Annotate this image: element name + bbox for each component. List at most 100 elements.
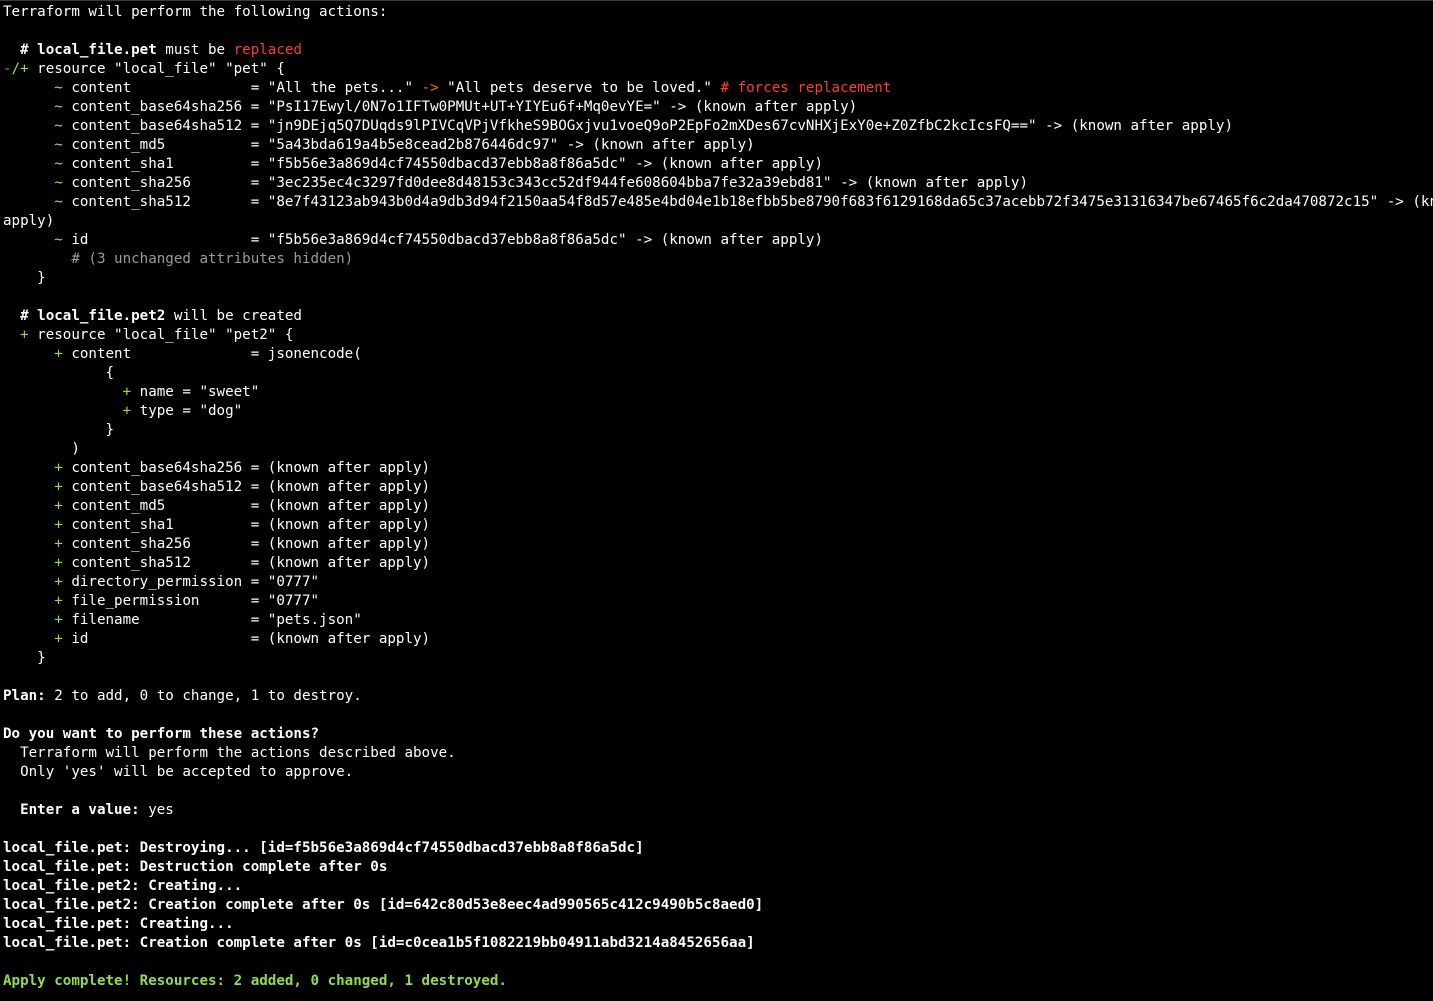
line-segment [3, 137, 54, 153]
line-segment: + [54, 631, 63, 647]
terminal-line: local_file.pet: Creation complete after … [3, 934, 1433, 953]
line-segment [3, 118, 54, 134]
line-segment: 2 to add, 0 to change, 1 to destroy. [45, 688, 362, 704]
terminal-line: Apply complete! Resources: 2 added, 0 ch… [3, 972, 1433, 991]
line-segment [3, 612, 54, 628]
line-segment: content_base64sha512 = (known after appl… [62, 479, 431, 495]
line-segment: Terraform will perform the following act… [3, 4, 388, 20]
line-segment: content_sha1 = (known after apply) [62, 517, 431, 533]
terminal-line: local_file.pet: Destroying... [id=f5b56e… [3, 839, 1433, 858]
line-segment: Do you want to perform these actions? [3, 726, 320, 742]
terminal-line: ~ content = "All the pets..." -> "All pe… [3, 79, 1433, 98]
terminal-line: Terraform will perform the actions descr… [3, 744, 1433, 763]
line-segment: Terraform will perform the actions descr… [3, 745, 456, 761]
line-segment: ~ [54, 118, 63, 134]
line-segment [3, 498, 54, 514]
terminal-line: ~ content_md5 = "5a43bda619a4b5e8cead2b8… [3, 136, 1433, 155]
line-segment: ~ [54, 99, 63, 115]
terminal-line: ) [3, 440, 1433, 459]
terminal-line: local_file.pet2: Creation complete after… [3, 896, 1433, 915]
line-segment [3, 251, 71, 267]
line-segment: local_file.pet: Destruction complete aft… [3, 859, 388, 875]
terminal-line: } [3, 269, 1433, 288]
terminal-line: + type = "dog" [3, 402, 1433, 421]
line-segment: yes [139, 802, 174, 818]
terminal-line: + content_sha1 = (known after apply) [3, 516, 1433, 535]
line-segment [3, 99, 54, 115]
line-segment: resource "local_file" "pet" { [28, 61, 285, 77]
line-segment: Enter a value: [20, 802, 140, 818]
terminal-line: ~ content_base64sha512 = "jn9DEjq5Q7DUqd… [3, 117, 1433, 136]
line-segment: + [54, 479, 63, 495]
terminal-line: + directory_permission = "0777" [3, 573, 1433, 592]
terminal-line: + resource "local_file" "pet2" { [3, 326, 1433, 345]
terminal-line: Do you want to perform these actions? [3, 725, 1433, 744]
line-segment: content_sha512 = "8e7f43123ab943b0d4a9db… [62, 194, 1433, 210]
line-segment: directory_permission = "0777" [62, 574, 320, 590]
terminal-line: + content_base64sha256 = (known after ap… [3, 459, 1433, 478]
line-segment: } [3, 270, 46, 286]
terminal-line: ~ content_sha256 = "3ec235ec4c3297fd0dee… [3, 174, 1433, 193]
line-segment: # local_file.pet2 [20, 308, 166, 324]
line-segment [3, 631, 54, 647]
terminal-line: + name = "sweet" [3, 383, 1433, 402]
line-segment: ~ [54, 80, 63, 96]
line-segment: content_base64sha256 = (known after appl… [62, 460, 431, 476]
line-segment [3, 555, 54, 571]
line-segment: Apply complete! Resources: 2 added, 0 ch… [3, 973, 507, 989]
line-segment: ~ [54, 194, 63, 210]
line-segment: "All pets deserve to be loved." [438, 80, 721, 96]
terminal-line: Enter a value: yes [3, 801, 1433, 820]
line-segment: ~ [54, 175, 63, 191]
line-segment: ~ [54, 156, 63, 172]
line-segment: + [122, 403, 132, 419]
line-segment: ) [3, 441, 80, 457]
line-segment: local_file.pet: Creating... [3, 916, 234, 932]
line-segment: type = "dog" [131, 403, 243, 419]
terminal-line: # (3 unchanged attributes hidden) [3, 250, 1433, 269]
line-segment: + [54, 574, 63, 590]
line-segment: { [3, 365, 115, 381]
line-segment [3, 384, 123, 400]
terminal-line: local_file.pet: Destruction complete aft… [3, 858, 1433, 877]
line-segment [3, 479, 54, 495]
line-segment: content_md5 = "5a43bda619a4b5e8cead2b876… [62, 137, 755, 153]
line-segment: # local_file.pet [20, 42, 157, 58]
line-segment: Only 'yes' will be accepted to approve. [3, 764, 354, 780]
line-segment [3, 175, 54, 191]
terminal-line: local_file.pet2: Creating... [3, 877, 1433, 896]
line-segment: resource "local_file" "pet2" { [28, 327, 294, 343]
terminal-line: + filename = "pets.json" [3, 611, 1433, 630]
line-segment [3, 460, 54, 476]
line-segment: content = jsonencode( [62, 346, 362, 362]
terminal-line: Terraform will perform the following act… [3, 3, 1433, 22]
line-segment: + [54, 346, 63, 362]
line-segment: /+ [11, 61, 29, 77]
line-segment: + [54, 517, 63, 533]
terminal-line: } [3, 421, 1433, 440]
terminal-line: + content_sha512 = (known after apply) [3, 554, 1433, 573]
line-segment: + [122, 384, 132, 400]
line-segment: replaced [233, 42, 302, 58]
line-segment: content_sha512 = (known after apply) [62, 555, 431, 571]
terminal-line: ~ content_sha1 = "f5b56e3a869d4cf74550db… [3, 155, 1433, 174]
terminal-output[interactable]: Terraform will perform the following act… [0, 0, 1433, 1001]
line-segment [3, 80, 54, 96]
line-segment: id = "f5b56e3a869d4cf74550dbacd37ebb8a8f… [62, 232, 823, 248]
line-segment: local_file.pet2: Creating... [3, 878, 243, 894]
line-segment [3, 42, 20, 58]
terminal-line: # local_file.pet2 will be created [3, 307, 1433, 326]
terminal-line: + content = jsonencode( [3, 345, 1433, 364]
line-segment: Plan: [3, 688, 46, 704]
line-segment: must be [156, 42, 234, 58]
line-segment: content_sha256 = (known after apply) [62, 536, 431, 552]
line-segment: content = "All the pets..." [62, 80, 422, 96]
line-segment: -> [421, 80, 439, 96]
line-segment: local_file.pet: Destroying... [id=f5b56e… [3, 840, 644, 856]
line-segment: + [54, 498, 63, 514]
line-segment: # (3 unchanged attributes hidden) [71, 251, 354, 267]
